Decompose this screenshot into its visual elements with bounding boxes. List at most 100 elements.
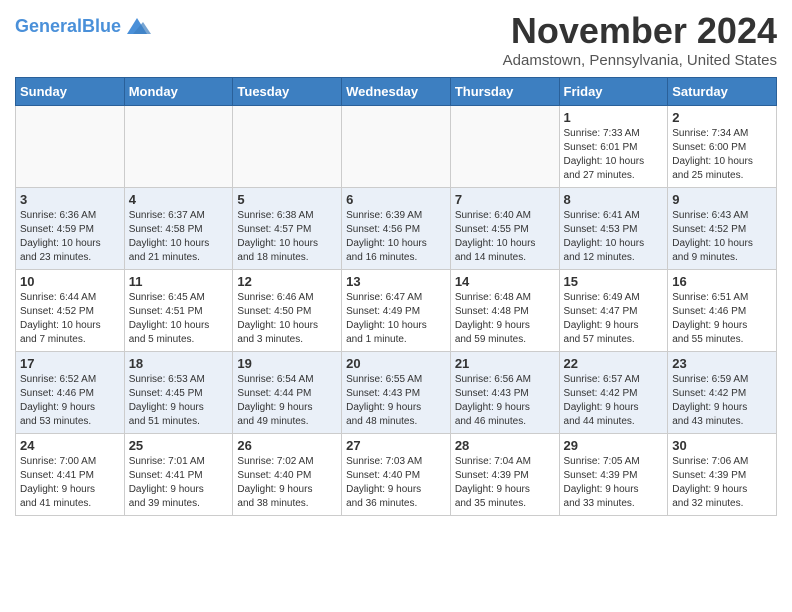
calendar-cell: 20Sunrise: 6:55 AM Sunset: 4:43 PM Dayli…: [342, 352, 451, 434]
calendar-cell: [124, 106, 233, 188]
day-info: Sunrise: 6:59 AM Sunset: 4:42 PM Dayligh…: [672, 373, 772, 429]
day-info: Sunrise: 6:51 AM Sunset: 4:46 PM Dayligh…: [672, 291, 772, 347]
day-number: 19: [237, 356, 337, 371]
day-info: Sunrise: 7:02 AM Sunset: 4:40 PM Dayligh…: [237, 455, 337, 511]
day-number: 20: [346, 356, 446, 371]
day-info: Sunrise: 6:49 AM Sunset: 4:47 PM Dayligh…: [564, 291, 664, 347]
day-number: 10: [20, 274, 120, 289]
day-number: 18: [129, 356, 229, 371]
calendar-cell: 5 Sunrise: 6:38 AM Sunset: 4:57 PM Daylig…: [233, 188, 342, 270]
day-info: Sunrise: 6:47 AM Sunset: 4:49 PM Dayligh…: [346, 291, 446, 347]
day-number: 15: [564, 274, 664, 289]
day-number: 13: [346, 274, 446, 289]
day-info: Sunrise: 6:53 AM Sunset: 4:45 PM Dayligh…: [129, 373, 229, 429]
day-number: 23: [672, 356, 772, 371]
calendar-week-row: 3 Sunrise: 6:36 AM Sunset: 4:59 PM Daylig…: [16, 188, 777, 270]
day-number: 25: [129, 438, 229, 453]
day-info: Sunrise: 7:01 AM Sunset: 4:41 PM Dayligh…: [129, 455, 229, 511]
calendar-week-row: 10Sunrise: 6:44 AM Sunset: 4:52 PM Dayli…: [16, 270, 777, 352]
day-number: 8: [564, 192, 664, 207]
day-info: Sunrise: 6:48 AM Sunset: 4:48 PM Dayligh…: [455, 291, 555, 347]
logo: GeneralBlue: [15, 16, 151, 36]
page-header: GeneralBlue November 2024 Adamstown, Pen…: [15, 10, 777, 69]
calendar-cell: [450, 106, 559, 188]
calendar-cell: 23 Sunrise: 6:59 AM Sunset: 4:42 PM Dayli…: [668, 352, 777, 434]
logo-blue: Blue: [82, 16, 121, 36]
calendar-cell: 17 Sunrise: 6:52 AM Sunset: 4:46 PM Dayli…: [16, 352, 125, 434]
calendar-cell: 16 Sunrise: 6:51 AM Sunset: 4:46 PM Dayli…: [668, 270, 777, 352]
day-number: 6: [346, 192, 446, 207]
day-info: Sunrise: 6:41 AM Sunset: 4:53 PM Dayligh…: [564, 209, 664, 265]
calendar-cell: 11 Sunrise: 6:45 AM Sunset: 4:51 PM Dayli…: [124, 270, 233, 352]
day-info: Sunrise: 7:33 AM Sunset: 6:01 PM Dayligh…: [564, 127, 664, 183]
calendar-cell: 26 Sunrise: 7:02 AM Sunset: 4:40 PM Dayli…: [233, 434, 342, 516]
calendar-cell: [233, 106, 342, 188]
day-number: 26: [237, 438, 337, 453]
day-info: Sunrise: 6:54 AM Sunset: 4:44 PM Dayligh…: [237, 373, 337, 429]
day-info: Sunrise: 6:40 AM Sunset: 4:55 PM Dayligh…: [455, 209, 555, 265]
day-info: Sunrise: 6:45 AM Sunset: 4:51 PM Dayligh…: [129, 291, 229, 347]
weekday-header-wednesday: Wednesday: [342, 78, 451, 106]
title-block: November 2024 Adamstown, Pennsylvania, U…: [503, 10, 777, 69]
calendar-cell: 6 Sunrise: 6:39 AM Sunset: 4:56 PM Daylig…: [342, 188, 451, 270]
day-info: Sunrise: 7:34 AM Sunset: 6:00 PM Dayligh…: [672, 127, 772, 183]
calendar-cell: 18 Sunrise: 6:53 AM Sunset: 4:45 PM Dayli…: [124, 352, 233, 434]
day-number: 11: [129, 274, 229, 289]
calendar-cell: 4Sunrise: 6:37 AM Sunset: 4:58 PM Daylig…: [124, 188, 233, 270]
day-info: Sunrise: 6:37 AM Sunset: 4:58 PM Dayligh…: [129, 209, 229, 265]
logo-text: GeneralBlue: [15, 17, 121, 35]
weekday-header-tuesday: Tuesday: [233, 78, 342, 106]
calendar-cell: 12 Sunrise: 6:46 AM Sunset: 4:50 PM Dayli…: [233, 270, 342, 352]
calendar-header-row: SundayMondayTuesdayWednesdayThursdayFrid…: [16, 78, 777, 106]
day-info: Sunrise: 6:46 AM Sunset: 4:50 PM Dayligh…: [237, 291, 337, 347]
day-info: Sunrise: 7:03 AM Sunset: 4:40 PM Dayligh…: [346, 455, 446, 511]
calendar-cell: 22Sunrise: 6:57 AM Sunset: 4:42 PM Dayli…: [559, 352, 668, 434]
month-title: November 2024: [503, 10, 777, 52]
day-number: 22: [564, 356, 664, 371]
day-number: 7: [455, 192, 555, 207]
day-info: Sunrise: 7:06 AM Sunset: 4:39 PM Dayligh…: [672, 455, 772, 511]
calendar-cell: 14 Sunrise: 6:48 AM Sunset: 4:48 PM Dayli…: [450, 270, 559, 352]
day-number: 14: [455, 274, 555, 289]
calendar-cell: 30 Sunrise: 7:06 AM Sunset: 4:39 PM Dayli…: [668, 434, 777, 516]
weekday-header-friday: Friday: [559, 78, 668, 106]
day-number: 12: [237, 274, 337, 289]
day-number: 1: [564, 110, 664, 125]
day-info: Sunrise: 6:39 AM Sunset: 4:56 PM Dayligh…: [346, 209, 446, 265]
day-info: Sunrise: 7:00 AM Sunset: 4:41 PM Dayligh…: [20, 455, 120, 511]
day-number: 24: [20, 438, 120, 453]
day-number: 29: [564, 438, 664, 453]
day-number: 16: [672, 274, 772, 289]
day-info: Sunrise: 7:04 AM Sunset: 4:39 PM Dayligh…: [455, 455, 555, 511]
day-info: Sunrise: 6:56 AM Sunset: 4:43 PM Dayligh…: [455, 373, 555, 429]
calendar-week-row: 17 Sunrise: 6:52 AM Sunset: 4:46 PM Dayli…: [16, 352, 777, 434]
day-number: 27: [346, 438, 446, 453]
day-info: Sunrise: 6:38 AM Sunset: 4:57 PM Dayligh…: [237, 209, 337, 265]
calendar-cell: 27 Sunrise: 7:03 AM Sunset: 4:40 PM Dayli…: [342, 434, 451, 516]
weekday-header-monday: Monday: [124, 78, 233, 106]
day-info: Sunrise: 7:05 AM Sunset: 4:39 PM Dayligh…: [564, 455, 664, 511]
calendar-cell: 10Sunrise: 6:44 AM Sunset: 4:52 PM Dayli…: [16, 270, 125, 352]
calendar-cell: 1 Sunrise: 7:33 AM Sunset: 6:01 PM Daylig…: [559, 106, 668, 188]
logo-general: General: [15, 16, 82, 36]
day-info: Sunrise: 6:52 AM Sunset: 4:46 PM Dayligh…: [20, 373, 120, 429]
calendar-cell: 7 Sunrise: 6:40 AM Sunset: 4:55 PM Daylig…: [450, 188, 559, 270]
calendar-table: SundayMondayTuesdayWednesdayThursdayFrid…: [15, 77, 777, 516]
day-number: 30: [672, 438, 772, 453]
day-number: 17: [20, 356, 120, 371]
calendar-cell: 28Sunrise: 7:04 AM Sunset: 4:39 PM Dayli…: [450, 434, 559, 516]
calendar-cell: 24 Sunrise: 7:00 AM Sunset: 4:41 PM Dayli…: [16, 434, 125, 516]
calendar-cell: 29 Sunrise: 7:05 AM Sunset: 4:39 PM Dayli…: [559, 434, 668, 516]
day-number: 3: [20, 192, 120, 207]
weekday-header-sunday: Sunday: [16, 78, 125, 106]
calendar-cell: 9Sunrise: 6:43 AM Sunset: 4:52 PM Daylig…: [668, 188, 777, 270]
day-number: 5: [237, 192, 337, 207]
calendar-cell: 19 Sunrise: 6:54 AM Sunset: 4:44 PM Dayli…: [233, 352, 342, 434]
calendar-cell: [342, 106, 451, 188]
calendar-week-row: 1 Sunrise: 7:33 AM Sunset: 6:01 PM Daylig…: [16, 106, 777, 188]
calendar-cell: 21Sunrise: 6:56 AM Sunset: 4:43 PM Dayli…: [450, 352, 559, 434]
location: Adamstown, Pennsylvania, United States: [503, 52, 777, 69]
day-info: Sunrise: 6:36 AM Sunset: 4:59 PM Dayligh…: [20, 209, 120, 265]
calendar-cell: 2Sunrise: 7:34 AM Sunset: 6:00 PM Daylig…: [668, 106, 777, 188]
calendar-cell: [16, 106, 125, 188]
